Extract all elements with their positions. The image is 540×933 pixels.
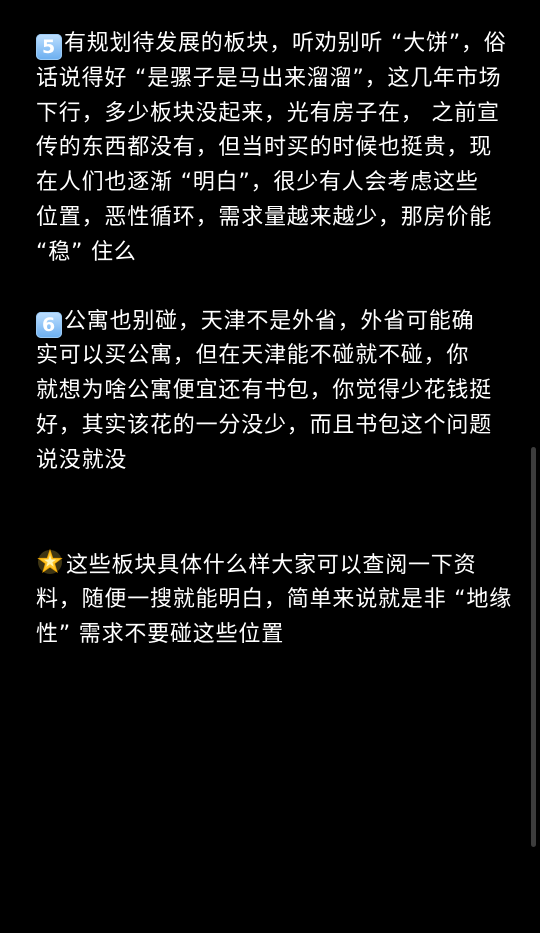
keycap-five-icon: 5 (36, 34, 62, 60)
paragraph-5: 5 有规划待发展的板块，听劝别听 “大饼”，俗 话说得好 “是骡子是马出来溜溜”，… (36, 27, 506, 271)
text-line: 6 公寓也别碰，天津不是外省，外省可能确 (36, 305, 506, 340)
text-line: 下行，多少板块没起来，光有房子在， 之前宣 (36, 100, 500, 126)
text-line: 料，随便一搜就能明白，简单来说就是非 “地缘 (36, 587, 512, 613)
glowing-star-icon (37, 548, 63, 574)
text-line: “稳” 住么 (36, 239, 137, 265)
line-text: 公寓也别碰，天津不是外省，外省可能确 (64, 308, 475, 334)
text-line: 性” 需求不要碰这些位置 (36, 622, 284, 648)
text-line: 传的东西都没有，但当时买的时候也挺贵，现 (36, 135, 493, 161)
text-line: 5 有规划待发展的板块，听劝别听 “大饼”，俗 (36, 27, 506, 62)
line-text: 有规划待发展的板块，听劝别听 “大饼”，俗 (64, 31, 507, 56)
line-text: 这些板块具体什么样大家可以查阅一下资 (66, 552, 477, 578)
paragraph-summary: 这些板块具体什么样大家可以查阅一下资 料，随便一搜就能明白，简单来说就是非 “地… (36, 548, 512, 653)
vertical-scrollbar[interactable] (531, 447, 536, 847)
text-line: 位置，恶性循环，需求量越来越少，那房价能 (36, 204, 493, 230)
text-line: 好，其实该花的一分没少，而且书包这个问题 (36, 412, 493, 438)
paragraph-6: 6 公寓也别碰，天津不是外省，外省可能确 实可以买公寓，但在天津能不碰就不碰，你 … (36, 305, 506, 479)
text-line: 就想为啥公寓便宜还有书包，你觉得少花钱挺 (36, 378, 493, 404)
text-line: 这些板块具体什么样大家可以查阅一下资 (36, 548, 506, 584)
text-line: 话说得好 “是骡子是马出来溜溜”，这几年市场 (36, 65, 502, 91)
text-line: 在人们也逐渐 “明白”，很少有人会考虑这些 (36, 170, 479, 196)
text-line: 实可以买公寓，但在天津能不碰就不碰，你 (36, 343, 470, 369)
keycap-six-icon: 6 (36, 311, 62, 338)
article-body: 5 有规划待发展的板块，听劝别听 “大饼”，俗 话说得好 “是骡子是马出来溜溜”，… (36, 27, 512, 653)
text-line: 说没就没 (36, 447, 128, 473)
